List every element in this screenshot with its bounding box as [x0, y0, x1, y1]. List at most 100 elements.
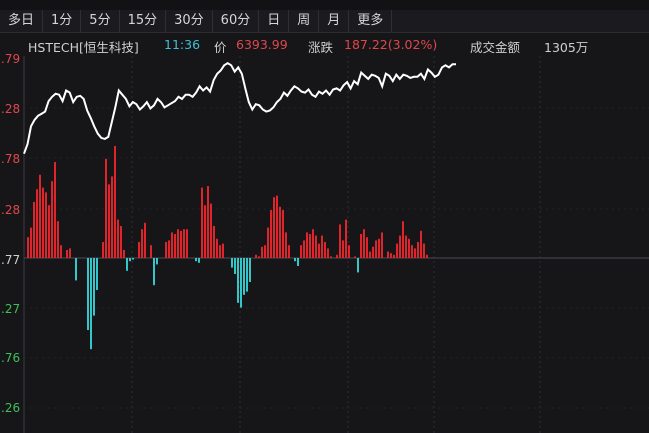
- change-bar: [36, 189, 38, 258]
- change-bar: [381, 232, 383, 258]
- change-bar: [156, 258, 158, 265]
- change-bar: [312, 229, 314, 258]
- change-bar: [186, 229, 188, 258]
- change-bar: [237, 258, 239, 303]
- change-bar: [372, 246, 374, 258]
- change-bar: [144, 222, 146, 258]
- price-axis-tick: .78: [1, 152, 20, 166]
- change-bar: [414, 248, 416, 258]
- change-bar: [264, 245, 266, 258]
- change-bar: [216, 238, 218, 258]
- change-bar: [51, 181, 53, 258]
- change-bar: [345, 219, 347, 258]
- volume-bars: [27, 146, 428, 350]
- change-bar: [261, 246, 263, 258]
- change-bar: [27, 237, 29, 258]
- change-bar: [378, 238, 380, 258]
- change-bar: [273, 197, 275, 258]
- change-bar: [321, 235, 323, 258]
- change-bar: [87, 258, 89, 330]
- change-bar: [306, 232, 308, 258]
- change-bar: [315, 235, 317, 258]
- change-bar: [123, 250, 125, 258]
- change-bar: [339, 224, 341, 258]
- change-bar: [111, 176, 113, 258]
- change-bar: [90, 258, 92, 350]
- change-bar: [138, 242, 140, 258]
- intraday-chart[interactable]: .79 .28 .78 .28 .77 .27 .76 .26: [0, 0, 649, 433]
- change-bar: [234, 258, 236, 274]
- change-bar: [297, 258, 299, 266]
- change-bar: [165, 242, 167, 258]
- change-bar: [348, 245, 350, 258]
- change-bar: [303, 240, 305, 258]
- change-bar: [369, 251, 371, 258]
- change-bar: [276, 195, 278, 258]
- change-bar: [171, 232, 173, 258]
- change-bar: [300, 245, 302, 258]
- change-bar: [327, 248, 329, 258]
- change-bar: [93, 258, 95, 316]
- change-bar: [420, 230, 422, 258]
- change-bar: [399, 235, 401, 258]
- change-bar: [324, 242, 326, 258]
- change-bar: [39, 174, 41, 258]
- change-bar: [75, 258, 77, 281]
- change-bar: [405, 235, 407, 258]
- change-bar: [30, 227, 32, 258]
- change-bar: [183, 229, 185, 258]
- change-bar: [204, 205, 206, 258]
- change-bar: [42, 187, 44, 258]
- change-bar: [243, 258, 245, 295]
- change-bar: [231, 258, 233, 268]
- change-bar: [180, 230, 182, 258]
- change-bar: [411, 245, 413, 258]
- change-bar: [423, 243, 425, 258]
- change-bar: [207, 186, 209, 258]
- change-bar: [393, 254, 395, 258]
- change-bar: [174, 234, 176, 258]
- change-bar: [285, 232, 287, 258]
- change-bar: [33, 202, 35, 258]
- change-bar: [102, 242, 104, 258]
- change-bar: [408, 238, 410, 258]
- change-bar: [363, 229, 365, 258]
- change-bar: [387, 251, 389, 258]
- price-axis-tick: .76: [1, 351, 20, 365]
- price-axis-tick: .28: [1, 203, 20, 217]
- change-bar: [105, 158, 107, 258]
- change-bar: [336, 254, 338, 258]
- change-bar: [60, 245, 62, 258]
- price-axis-tick: .27: [1, 302, 20, 316]
- change-bar: [282, 210, 284, 258]
- change-bar: [45, 192, 47, 258]
- change-bar: [342, 240, 344, 258]
- change-bar: [294, 258, 296, 262]
- change-bar: [279, 206, 281, 258]
- change-bar: [390, 253, 392, 258]
- change-bar: [114, 146, 116, 258]
- change-bar: [255, 254, 257, 258]
- change-bar: [318, 243, 320, 258]
- change-bar: [108, 184, 110, 258]
- price-axis-labels: .79 .28 .78 .28 .77 .27 .76 .26: [1, 52, 20, 415]
- change-bar: [69, 248, 71, 258]
- change-bar: [330, 256, 332, 258]
- price-axis-tick: .79: [1, 52, 20, 66]
- change-bar: [240, 258, 242, 308]
- change-bar: [195, 258, 197, 262]
- change-bar: [201, 187, 203, 258]
- price-axis-tick: .26: [1, 401, 20, 415]
- change-bar: [129, 258, 131, 262]
- change-bar: [267, 227, 269, 258]
- change-bar: [141, 229, 143, 258]
- change-bar: [168, 240, 170, 258]
- change-bar: [426, 254, 428, 258]
- change-bar: [48, 205, 50, 258]
- change-bar: [117, 219, 119, 258]
- change-bar: [360, 234, 362, 258]
- change-bar: [198, 258, 200, 263]
- change-bar: [54, 162, 56, 258]
- change-bar: [309, 234, 311, 258]
- change-bar: [96, 258, 98, 290]
